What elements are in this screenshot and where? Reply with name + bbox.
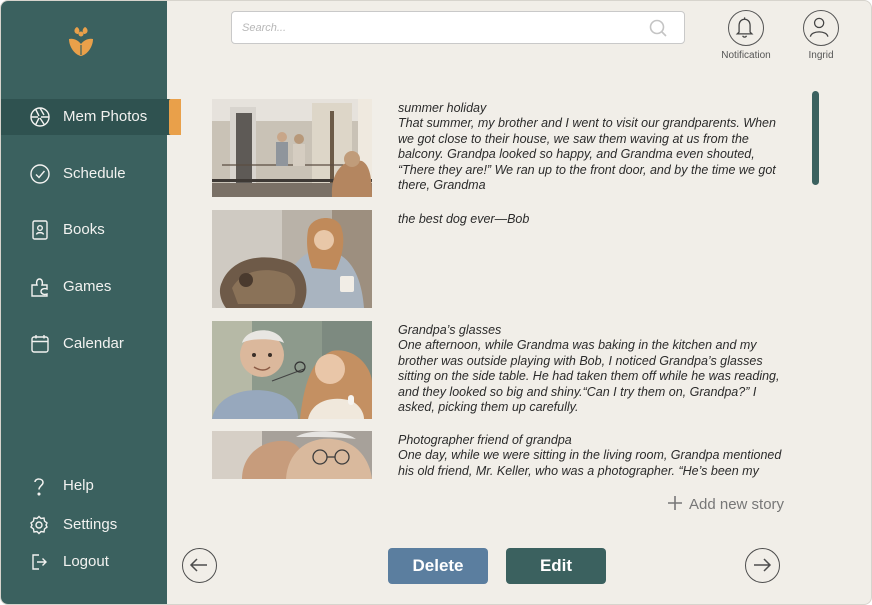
gear-icon [30,515,48,535]
logo-icon [69,27,93,56]
story-title: Photographer friend of grandpa [398,433,572,447]
story-text: summer holiday That summer, my brother a… [398,101,788,193]
search-bar [231,11,685,44]
help-label: Help [63,477,94,494]
notification-label: Notification [721,50,771,61]
nav-label: Calendar [63,335,124,352]
add-story-label: Add new story [689,496,785,513]
logout-label: Logout [63,553,109,570]
nav-label: Schedule [63,165,126,182]
logout-link[interactable]: Logout [1,547,167,577]
nav-books[interactable]: Books [1,212,181,248]
calendar-icon [31,335,49,353]
settings-label: Settings [63,516,118,533]
notification-button[interactable] [728,10,764,46]
settings-link[interactable]: Settings [1,510,167,540]
help-link[interactable]: Help [1,471,167,501]
delete-button[interactable]: Delete [388,548,488,584]
story-card[interactable]: the best dog ever—Bob [212,210,802,308]
scrollbar-thumb[interactable] [812,91,819,185]
story-body: One afternoon, while Grandma was baking … [398,338,780,415]
user-icon [809,17,829,37]
story-title: summer holiday [398,101,487,115]
story-card[interactable]: Grandpa’s glasses One afternoon, while G… [212,321,802,419]
app-window: Mem Photos Schedule Books Games Calendar… [0,0,872,605]
add-story-button[interactable]: Add new story [667,495,784,517]
edit-button[interactable]: Edit [506,548,606,584]
story-title: Grandpa’s glasses [398,323,502,337]
story-photo[interactable] [212,321,372,419]
story-body: That summer, my brother and I went to vi… [398,116,776,193]
arrow-left-icon [189,558,207,572]
arrow-right-icon [754,558,772,572]
story-card[interactable]: summer holiday That summer, my brother a… [212,99,802,197]
profile-button[interactable] [803,10,839,46]
bell-icon [735,17,754,38]
story-photo[interactable] [212,99,372,197]
nav-label: Books [63,221,105,238]
search-input[interactable] [242,18,632,38]
question-icon [34,478,44,496]
story-text: Grandpa’s glasses One afternoon, while G… [398,323,788,415]
next-button[interactable] [745,548,780,583]
nav-schedule[interactable]: Schedule [1,156,181,192]
story-text: Photographer friend of grandpa One day, … [398,433,788,481]
logout-icon [32,554,47,570]
story-photo[interactable] [212,210,372,308]
story-card[interactable]: Photographer friend of grandpa One day, … [212,431,802,479]
nav-games[interactable]: Games [1,269,181,305]
story-title: the best dog ever—Bob [398,212,530,226]
story-text: the best dog ever—Bob [398,212,788,227]
nav-label: Mem Photos [63,108,148,125]
aperture-icon [30,107,50,127]
nav-label: Games [63,278,112,295]
story-body: One day, while we were sitting in the li… [398,448,782,478]
nav-calendar[interactable]: Calendar [1,326,181,362]
sidebar: Mem Photos Schedule Books Games Calendar… [1,1,181,604]
story-photo[interactable] [212,431,372,479]
book-icon [32,220,48,240]
previous-button[interactable] [182,548,217,583]
profile-label: Ingrid [808,50,834,61]
search-icon[interactable] [648,18,668,38]
nav-mem-photos[interactable]: Mem Photos [1,99,181,135]
plus-icon [668,496,682,510]
puzzle-icon [31,278,48,297]
check-circle-icon [30,164,50,184]
